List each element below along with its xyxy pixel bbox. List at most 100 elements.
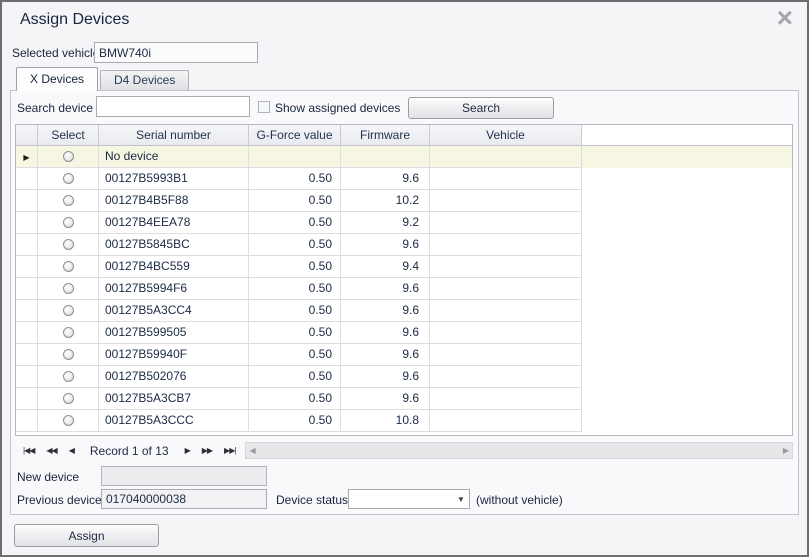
select-cell[interactable]	[38, 366, 99, 388]
last-record-button[interactable]: ▶▶|	[218, 446, 241, 455]
new-device-label: New device	[17, 470, 79, 484]
close-icon[interactable]: ×	[777, 4, 793, 32]
next-page-button[interactable]: ▶▶	[196, 446, 218, 455]
show-assigned-label[interactable]: Show assigned devices	[275, 101, 400, 115]
table-row[interactable]: 00127B5A3CC40.509.6	[16, 300, 792, 322]
select-cell[interactable]	[38, 168, 99, 190]
radio-button[interactable]	[63, 415, 74, 426]
header-gforce[interactable]: G-Force value	[249, 125, 341, 145]
search-device-label: Search device	[17, 101, 93, 115]
grid-body: ▶No device00127B5993B10.509.600127B4B5F8…	[16, 146, 792, 432]
selected-vehicle-field[interactable]	[94, 42, 258, 63]
header-filler	[582, 125, 792, 145]
radio-button[interactable]	[63, 349, 74, 360]
select-cell[interactable]	[38, 212, 99, 234]
filler-cell	[582, 366, 792, 388]
select-cell[interactable]	[38, 146, 99, 168]
search-button[interactable]: Search	[408, 97, 554, 119]
next-record-button[interactable]: ▶	[179, 446, 196, 455]
row-indicator	[16, 344, 38, 366]
table-row[interactable]: 00127B5993B10.509.6	[16, 168, 792, 190]
firmware-cell: 9.6	[341, 168, 430, 190]
header-firmware[interactable]: Firmware	[341, 125, 430, 145]
assign-devices-dialog: Assign Devices × Selected vehicle X Devi…	[0, 0, 809, 557]
select-cell[interactable]	[38, 190, 99, 212]
select-cell[interactable]	[38, 388, 99, 410]
radio-button[interactable]	[63, 195, 74, 206]
table-row[interactable]: 00127B5A3CB70.509.6	[16, 388, 792, 410]
firmware-cell: 9.4	[341, 256, 430, 278]
firmware-cell	[341, 146, 430, 168]
table-row[interactable]: 00127B4EEA780.509.2	[16, 212, 792, 234]
vehicle-cell	[430, 234, 582, 256]
vehicle-cell	[430, 344, 582, 366]
table-row[interactable]: 00127B4BC5590.509.4	[16, 256, 792, 278]
serial-number-cell: 00127B5A3CC4	[99, 300, 249, 322]
radio-button[interactable]	[63, 371, 74, 382]
radio-button[interactable]	[63, 393, 74, 404]
table-row[interactable]: ▶No device	[16, 146, 792, 168]
radio-button[interactable]	[63, 151, 74, 162]
select-cell[interactable]	[38, 322, 99, 344]
row-indicator	[16, 168, 38, 190]
select-cell[interactable]	[38, 278, 99, 300]
row-indicator	[16, 388, 38, 410]
serial-number-cell: 00127B5A3CCC	[99, 410, 249, 432]
table-row[interactable]: 00127B4B5F880.5010.2	[16, 190, 792, 212]
table-row[interactable]: 00127B59940F0.509.6	[16, 344, 792, 366]
device-status-dropdown[interactable]: ▼	[348, 489, 470, 509]
prev-page-button[interactable]: ◀◀	[40, 446, 62, 455]
table-row[interactable]: 00127B5845BC0.509.6	[16, 234, 792, 256]
row-indicator	[16, 190, 38, 212]
prev-record-button[interactable]: ◀	[63, 446, 80, 455]
show-assigned-checkbox[interactable]	[258, 101, 270, 113]
filler-cell	[582, 344, 792, 366]
firmware-cell: 9.6	[341, 344, 430, 366]
header-serial-number[interactable]: Serial number	[99, 125, 249, 145]
gforce-cell	[249, 146, 341, 168]
radio-button[interactable]	[63, 217, 74, 228]
serial-number-cell: 00127B4EEA78	[99, 212, 249, 234]
search-input[interactable]	[96, 96, 250, 117]
gforce-cell: 0.50	[249, 410, 341, 432]
radio-button[interactable]	[63, 173, 74, 184]
gforce-cell: 0.50	[249, 322, 341, 344]
header-select[interactable]: Select	[38, 125, 99, 145]
tab-d4-devices[interactable]: D4 Devices	[100, 70, 189, 91]
filler-cell	[582, 278, 792, 300]
serial-number-cell: 00127B59940F	[99, 344, 249, 366]
radio-button[interactable]	[63, 261, 74, 272]
selected-vehicle-label: Selected vehicle	[12, 46, 99, 60]
assign-button[interactable]: Assign	[14, 524, 159, 547]
select-cell[interactable]	[38, 234, 99, 256]
serial-number-cell: 00127B5993B1	[99, 168, 249, 190]
select-cell[interactable]	[38, 344, 99, 366]
vehicle-cell	[430, 322, 582, 344]
filler-cell	[582, 168, 792, 190]
firmware-cell: 9.6	[341, 278, 430, 300]
serial-number-cell: No device	[99, 146, 249, 168]
first-record-button[interactable]: |◀◀	[15, 446, 40, 455]
row-indicator	[16, 300, 38, 322]
scroll-right-icon[interactable]: ▶	[783, 446, 789, 455]
horizontal-scrollbar[interactable]: ◀ ▶	[245, 442, 793, 459]
vehicle-cell	[430, 388, 582, 410]
radio-button[interactable]	[63, 239, 74, 250]
row-indicator	[16, 234, 38, 256]
table-row[interactable]: 00127B5994F60.509.6	[16, 278, 792, 300]
select-cell[interactable]	[38, 300, 99, 322]
tab-x-devices[interactable]: X Devices	[16, 67, 98, 91]
table-row[interactable]: 00127B5020760.509.6	[16, 366, 792, 388]
radio-button[interactable]	[63, 305, 74, 316]
radio-button[interactable]	[63, 283, 74, 294]
header-vehicle[interactable]: Vehicle	[430, 125, 582, 145]
select-cell[interactable]	[38, 410, 99, 432]
select-cell[interactable]	[38, 256, 99, 278]
radio-button[interactable]	[63, 327, 74, 338]
table-row[interactable]: 00127B5995050.509.6	[16, 322, 792, 344]
firmware-cell: 9.6	[341, 388, 430, 410]
chevron-down-icon[interactable]: ▼	[453, 495, 469, 504]
table-row[interactable]: 00127B5A3CCC0.5010.8	[16, 410, 792, 432]
gforce-cell: 0.50	[249, 278, 341, 300]
scroll-left-icon[interactable]: ◀	[249, 446, 255, 455]
